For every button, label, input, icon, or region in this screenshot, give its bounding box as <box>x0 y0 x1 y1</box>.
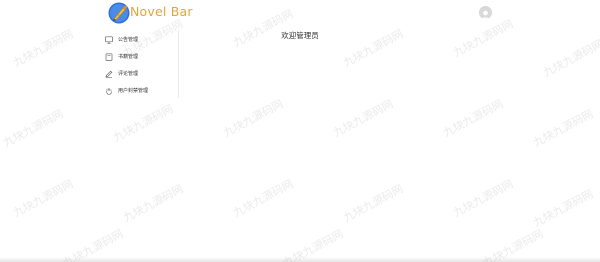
watermark-text: 九块九源码网 <box>121 182 186 225</box>
watermark-text: 九块九源码网 <box>221 97 286 140</box>
watermark-text: 九块九源码网 <box>1 107 66 150</box>
bottom-edge-shadow <box>0 257 600 262</box>
watermark-text: 九块九源码网 <box>341 182 406 225</box>
sidebar-item-label: 评论管理 <box>118 71 139 77</box>
watermark-text: 九块九源码网 <box>531 187 596 230</box>
page-title: 欢迎管理员 <box>281 31 319 40</box>
sidebar-item-user-bans[interactable]: 用户封禁管理 <box>105 85 148 97</box>
watermark-text: 九块九源码网 <box>11 27 76 70</box>
sidebar-item-comments[interactable]: 评论管理 <box>105 68 138 80</box>
user-avatar-icon[interactable] <box>479 6 492 19</box>
brand-title: Novel Bar <box>130 4 193 19</box>
watermark-text: 九块九源码网 <box>451 177 516 220</box>
watermark-text: 九块九源码网 <box>441 97 506 140</box>
watermark-text: 九块九源码网 <box>341 27 406 70</box>
sidebar-item-announcements[interactable]: 公告管理 <box>105 34 138 46</box>
hand-icon <box>106 88 112 95</box>
sidebar-menu: 公告管理 书籍管理 评论管理 用户封禁管理 <box>100 30 179 98</box>
admin-page: 九块九源码网 九块九源码网 九块九源码网 九块九源码网 九块九源码网 九块九源码… <box>0 0 600 262</box>
watermark-text: 九块九源码网 <box>531 107 596 150</box>
top-header: Novel Bar <box>0 0 600 26</box>
sidebar-item-label: 用户封禁管理 <box>118 88 149 94</box>
watermark-text: 九块九源码网 <box>541 37 600 80</box>
monitor-icon <box>105 36 113 44</box>
sidebar-item-label: 书籍管理 <box>118 54 139 60</box>
watermark-text: 九块九源码网 <box>231 177 296 220</box>
sidebar-item-books[interactable]: 书籍管理 <box>105 51 138 63</box>
watermark-text: 九块九源码网 <box>11 177 76 220</box>
pen-icon <box>105 70 113 78</box>
sidebar-item-label: 公告管理 <box>118 37 139 43</box>
watermark-text: 九块九源码网 <box>111 102 176 145</box>
book-icon <box>105 53 113 61</box>
quill-pen-icon[interactable] <box>108 2 130 24</box>
watermark-text: 九块九源码网 <box>331 97 396 140</box>
